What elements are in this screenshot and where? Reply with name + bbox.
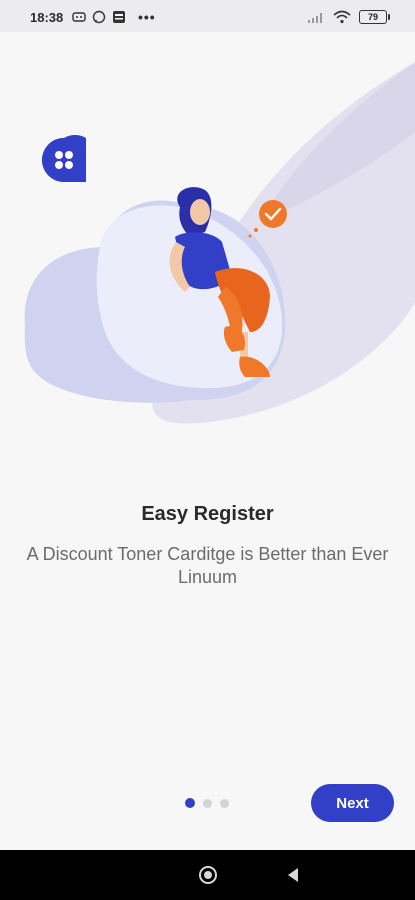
onboarding-illustration (24, 62, 415, 424)
status-notification-icons: ••• (72, 9, 156, 25)
whatsapp-icon (92, 10, 106, 24)
app-logo-icon (42, 135, 86, 182)
status-system-icons: 79 (307, 10, 390, 24)
back-icon[interactable] (286, 867, 300, 883)
battery-level: 79 (367, 12, 378, 22)
battery-icon: 79 (359, 10, 390, 24)
news-icon (113, 11, 125, 23)
more-dots-icon: ••• (138, 9, 156, 25)
page-dot-2[interactable] (203, 798, 212, 808)
next-button[interactable]: Next (311, 784, 394, 822)
signal-icon (308, 13, 322, 23)
home-icon[interactable] (199, 866, 217, 884)
status-bar: 18:38 ••• 79 (0, 0, 415, 32)
page-dot-3[interactable] (220, 798, 229, 808)
page-indicator (185, 798, 229, 808)
wifi-icon (333, 10, 351, 24)
onboarding-subtitle: A Discount Toner Carditge is Better than… (26, 544, 389, 587)
onboarding-title: Easy Register (141, 503, 274, 525)
messaging-icon (72, 12, 86, 22)
page-dot-1[interactable] (185, 798, 195, 808)
status-time: 18:38 (30, 10, 64, 25)
